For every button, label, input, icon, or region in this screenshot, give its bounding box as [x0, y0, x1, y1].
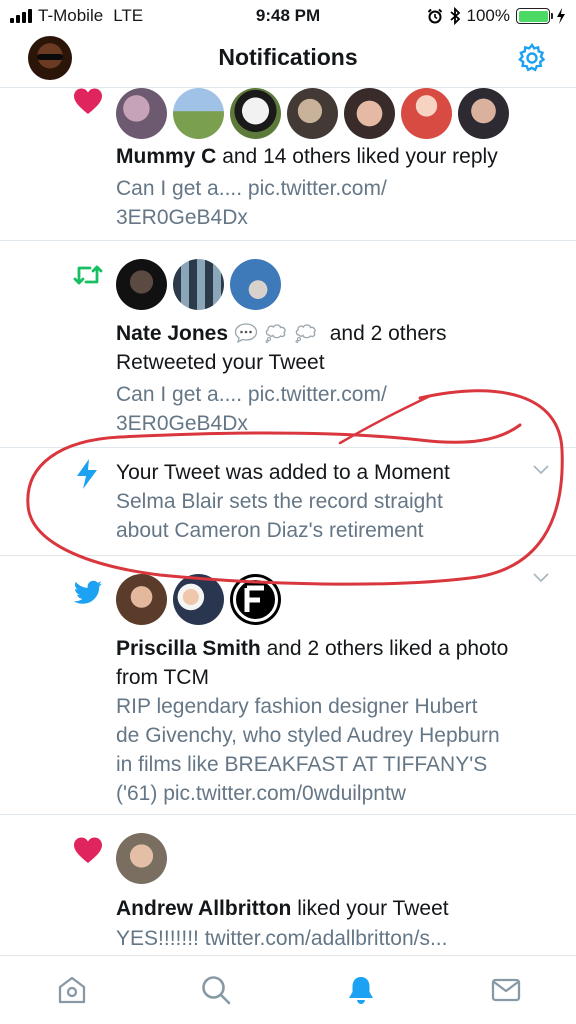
action-text: and 14 others liked your reply — [222, 145, 498, 168]
notification-text: Andrew Allbritton liked your Tweet — [116, 894, 556, 923]
avatar-group — [116, 574, 281, 625]
preview-line: de Givenchy, who styled Audrey Hepburn — [116, 724, 500, 747]
avatar[interactable] — [230, 88, 281, 139]
avatar[interactable] — [116, 833, 167, 884]
action-text: from TCM — [116, 666, 209, 689]
page-title: Notifications — [218, 44, 358, 70]
avatar[interactable] — [173, 574, 224, 625]
avatar-group — [116, 833, 167, 884]
avatar[interactable] — [401, 88, 452, 139]
preview-line: 3ER0GeB4Dx — [116, 412, 248, 435]
chevron-down-icon[interactable] — [532, 572, 550, 584]
notification-item[interactable]: Nate Jones and 2 others Retweeted your T… — [0, 241, 576, 448]
battery-icon — [516, 8, 553, 24]
preview-line: ('61) pic.twitter.com/0wduilpntw — [116, 782, 406, 805]
search-icon[interactable] — [200, 974, 232, 1006]
notification-text: Priscilla Smith and 2 others liked a pho… — [116, 634, 556, 692]
preview-line: YES!!!!!!! twitter.com/adallbritton/s... — [116, 927, 448, 950]
preview-line: in films like BREAKFAST AT TIFFANY'S — [116, 753, 488, 776]
lightning-icon — [77, 459, 97, 489]
avatar[interactable] — [344, 88, 395, 139]
status-bar: T-Mobile LTE 9:48 PM 100% — [0, 0, 576, 32]
messages-icon[interactable] — [490, 974, 522, 1006]
preview-line: RIP legendary fashion designer Hubert — [116, 695, 478, 718]
tcm-logo — [233, 577, 278, 622]
action-text: Retweeted your Tweet — [116, 351, 325, 374]
action-text: and 2 others — [329, 322, 447, 345]
gear-icon[interactable] — [516, 42, 548, 74]
charging-icon — [557, 8, 565, 24]
actor-name[interactable]: Nate Jones — [116, 322, 228, 345]
battery-percent: 100% — [466, 6, 510, 25]
bluetooth-icon — [449, 7, 460, 25]
twitter-bird-icon — [73, 580, 102, 604]
avatar[interactable] — [230, 259, 281, 310]
notification-text: Your Tweet was added to a Moment — [116, 461, 450, 484]
preview-line: about Cameron Diaz's retirement — [116, 519, 424, 542]
speech-bubble-icon — [234, 323, 258, 343]
avatar[interactable] — [173, 88, 224, 139]
preview-line: Can I get a.... pic.twitter.com/ — [116, 383, 387, 406]
avatar[interactable] — [458, 88, 509, 139]
thought-bubble-icon — [295, 324, 316, 343]
heart-icon — [74, 837, 102, 863]
tweet-preview[interactable]: Selma Blair sets the record straight abo… — [116, 487, 546, 545]
status-right: 100% — [427, 6, 566, 26]
avatar[interactable] — [230, 574, 281, 625]
action-text: and 2 others liked a photo — [266, 637, 509, 660]
actor-name[interactable]: Priscilla Smith — [116, 637, 261, 660]
alarm-icon — [427, 8, 442, 24]
thought-bubble-icon — [265, 324, 286, 343]
notification-text: Mummy C and 14 others liked your reply — [116, 142, 556, 171]
preview-line: Selma Blair sets the record straight — [116, 490, 443, 513]
avatar[interactable] — [287, 88, 338, 139]
avatar[interactable] — [116, 259, 167, 310]
tweet-preview[interactable]: RIP legendary fashion designer Hubert de… — [116, 692, 556, 808]
notification-item[interactable]: Priscilla Smith and 2 others liked a pho… — [0, 556, 576, 815]
notifications-icon[interactable] — [345, 974, 377, 1006]
avatar[interactable] — [116, 574, 167, 625]
notification-text: Nate Jones and 2 others Retweeted your T… — [116, 319, 556, 377]
notification-item[interactable]: Mummy C and 14 others liked your reply C… — [0, 88, 576, 241]
preview-line: 3ER0GeB4Dx — [116, 206, 248, 229]
action-text: liked your Tweet — [297, 897, 449, 920]
notification-item[interactable]: Your Tweet was added to a Moment Selma B… — [0, 448, 576, 556]
notification-item[interactable]: Andrew Allbritton liked your Tweet YES!!… — [0, 815, 576, 955]
avatar-group — [116, 88, 509, 139]
tab-bar — [0, 955, 576, 1024]
avatar[interactable] — [116, 88, 167, 139]
actor-name[interactable]: Mummy C — [116, 145, 216, 168]
actor-name[interactable]: Andrew Allbritton — [116, 897, 291, 920]
tweet-preview[interactable]: Can I get a.... pic.twitter.com/ 3ER0GeB… — [116, 380, 546, 438]
notifications-feed[interactable]: Mummy C and 14 others liked your reply C… — [0, 88, 576, 955]
avatar-group — [116, 259, 281, 310]
heart-icon — [74, 88, 102, 114]
tweet-preview[interactable]: YES!!!!!!! twitter.com/adallbritton/s... — [116, 924, 546, 953]
retweet-icon — [73, 265, 103, 285]
preview-line: Can I get a.... pic.twitter.com/ — [116, 177, 387, 200]
header: Notifications — [0, 32, 576, 88]
avatar[interactable] — [173, 259, 224, 310]
tweet-preview[interactable]: Can I get a.... pic.twitter.com/ 3ER0GeB… — [116, 174, 546, 232]
home-icon[interactable] — [56, 974, 88, 1006]
